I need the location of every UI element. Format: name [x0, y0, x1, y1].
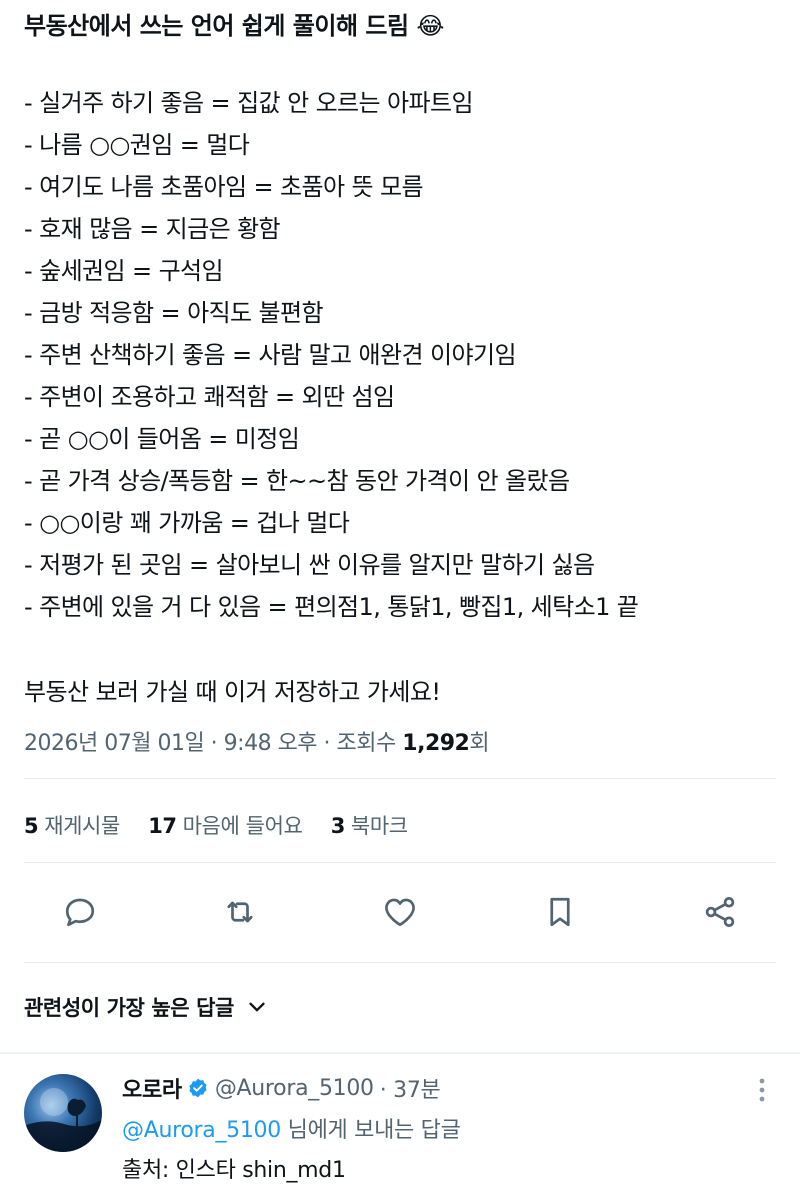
- post-line: - 금방 적응함 = 아직도 불편함: [24, 299, 324, 327]
- repost-button[interactable]: [216, 888, 264, 936]
- reply-author-name[interactable]: 오로라: [122, 1072, 182, 1104]
- post-line: - 실거주 하기 좋음 = 집값 안 오르는 아파트임: [24, 89, 474, 117]
- bookmarks-label: 북마크: [350, 814, 408, 838]
- meta-separator: ·: [317, 731, 337, 756]
- post-title: 부동산에서 쓰는 언어 쉽게 풀이해 드림 😂: [24, 6, 444, 41]
- likes-stat[interactable]: 17 마음에 들어요: [148, 814, 303, 838]
- post-line: - 숲세권임 = 구석임: [24, 257, 224, 285]
- replying-to-suffix: 님에게 보내는 답글: [280, 1118, 461, 1143]
- post-time[interactable]: 9:48 오후: [224, 731, 318, 756]
- post-line: - 곧 가격 상승/폭등함 = 한~~참 동안 가격이 안 올랐음: [24, 467, 570, 495]
- post-meta: 2026년 07월 01일 · 9:48 오후 · 조회수 1,292회: [24, 725, 490, 757]
- replying-to-mention[interactable]: @Aurora_5100: [122, 1118, 281, 1143]
- post-line: - 저평가 된 곳임 = 살아보니 싼 이유를 알지만 말하기 싫음: [24, 551, 595, 579]
- avatar-image: [24, 1088, 102, 1152]
- share-icon: [705, 897, 735, 927]
- views-unit: 회: [469, 731, 490, 756]
- more-options-icon[interactable]: [752, 1076, 772, 1106]
- post-line: - 나름 ○○권임 = 멀다: [24, 131, 250, 159]
- action-bar: [0, 888, 800, 940]
- heart-icon: [385, 898, 415, 927]
- reply-text: 출처: 인스타 shin_md1: [122, 1158, 346, 1183]
- reply-author-handle[interactable]: @Aurora_5100: [215, 1076, 374, 1101]
- bookmark-icon: [550, 897, 570, 927]
- reposts-label: 재게시물: [44, 814, 120, 838]
- reply-button[interactable]: [56, 888, 104, 936]
- post-body: - 실거주 하기 좋음 = 집값 안 오르는 아파트임 - 나름 ○○권임 = …: [24, 84, 639, 630]
- post-line: - 곧 ○○이 들어옴 = 미정임: [24, 425, 300, 453]
- reply-header: 오로라 @Aurora_5100 · 37분: [122, 1072, 441, 1104]
- replying-to: @Aurora_5100 님에게 보내는 답글: [122, 1112, 461, 1144]
- meta-separator: ·: [204, 731, 224, 756]
- post-title-text: 부동산에서 쓰는 언어 쉽게 풀이해 드림: [24, 12, 409, 40]
- divider: [24, 778, 776, 779]
- views-count: 1,292: [402, 731, 470, 756]
- laughing-emoji-icon: 😂: [416, 12, 444, 40]
- verified-badge-icon: [189, 1078, 207, 1098]
- divider: [24, 862, 776, 863]
- post-closing: 부동산 보러 가실 때 이거 저장하고 가세요!: [24, 678, 441, 706]
- post-line: - 주변 산책하기 좋음 = 사람 말고 애완견 이야기임: [24, 341, 517, 369]
- reply-sort-dropdown[interactable]: 관련성이 가장 높은 답글: [24, 992, 268, 1022]
- post-line: - 여기도 나름 초품아임 = 초품아 뜻 모름: [24, 173, 424, 201]
- section-divider: [0, 1052, 800, 1054]
- views-label: 조회수: [336, 731, 397, 756]
- chevron-down-icon: [249, 1002, 265, 1012]
- repost-icon: [227, 901, 253, 923]
- post-line: - 주변에 있을 거 다 있음 = 편의점1, 통닭1, 빵집1, 세탁소1 끝: [24, 593, 639, 621]
- divider: [24, 962, 776, 963]
- likes-label: 마음에 들어요: [182, 814, 303, 838]
- bookmark-button[interactable]: [536, 888, 584, 936]
- likes-count: 17: [148, 814, 177, 838]
- bookmarks-count: 3: [330, 814, 346, 838]
- post-line: - 주변이 조용하고 쾌적함 = 외딴 섬임: [24, 383, 395, 411]
- like-button[interactable]: [376, 888, 424, 936]
- engagement-stats: 5 재게시물 17 마음에 들어요 3 북마크: [24, 810, 430, 840]
- reply-time[interactable]: · 37분: [380, 1072, 441, 1104]
- post-line: - ○○이랑 꽤 가까움 = 겁나 멀다: [24, 509, 350, 537]
- reply-icon: [65, 898, 95, 927]
- avatar[interactable]: [24, 1074, 102, 1152]
- share-button[interactable]: [696, 888, 744, 936]
- reply-sort-label: 관련성이 가장 높은 답글: [24, 996, 234, 1020]
- post-line: - 호재 많음 = 지금은 황함: [24, 215, 281, 243]
- bookmarks-stat[interactable]: 3 북마크: [331, 814, 408, 838]
- post-date[interactable]: 2026년 07월 01일: [24, 731, 205, 756]
- reposts-count: 5: [24, 814, 39, 838]
- reposts-stat[interactable]: 5 재게시물: [24, 814, 120, 838]
